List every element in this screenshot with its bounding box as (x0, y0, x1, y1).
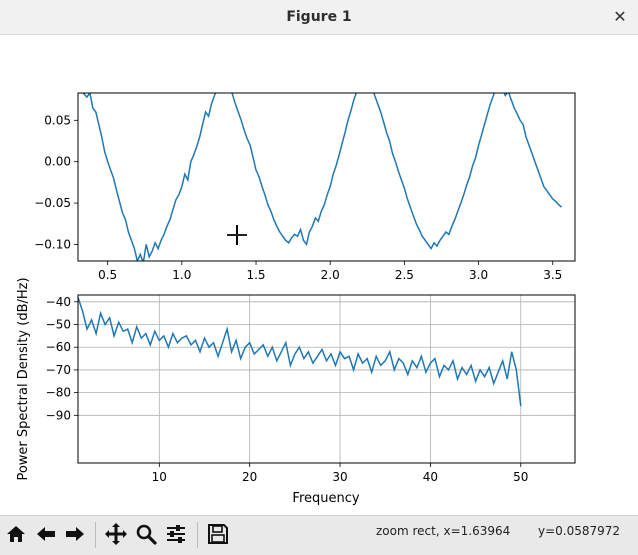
home-button[interactable] (3, 520, 29, 548)
arrow-right-icon (66, 527, 84, 541)
forward-button[interactable] (62, 520, 88, 548)
signal-line (81, 93, 563, 261)
save-button[interactable] (205, 520, 231, 548)
y-tick-label: 0.00 (44, 155, 71, 169)
y-tick-label: −0.05 (34, 196, 71, 210)
figure-svg: 0.5 1.0 1.5 2.0 2.5 3.0 3.50.050.00−0.05−0.10 … (16, 92, 576, 506)
magnifier-icon (136, 524, 157, 545)
y-tick-label: −60 (46, 340, 71, 354)
y-tick-label: −50 (46, 318, 71, 332)
move-icon (105, 523, 127, 545)
x-tick-label: 3.0 (469, 268, 488, 282)
status-coordinates-y: y=0.0587972 (538, 524, 621, 538)
x-tick-label: 1.0 (172, 268, 191, 282)
x-tick-label: 2.0 (321, 268, 340, 282)
x-tick-label: 3.5 (543, 268, 562, 282)
y-tick-label: −80 (46, 386, 71, 400)
x-tick-label: 20 (242, 470, 257, 484)
close-icon[interactable]: ✕ (608, 5, 632, 29)
x-tick-label: 30 (332, 470, 347, 484)
y-tick-label: 0.05 (44, 113, 71, 127)
arrow-left-icon (37, 527, 55, 541)
zoom-button[interactable] (133, 520, 159, 548)
bottom-xlabel: Frequency (292, 491, 359, 506)
bottom-axes-grid (78, 295, 575, 463)
back-button[interactable] (33, 520, 59, 548)
toolbar-separator (95, 522, 96, 548)
window-title: Figure 1 (286, 9, 352, 25)
pan-button[interactable] (103, 520, 129, 548)
window-titlebar: Figure 1 ✕ (0, 0, 638, 35)
x-tick-label: 1.5 (246, 268, 265, 282)
home-icon (7, 526, 25, 542)
subplots-button[interactable] (163, 520, 189, 548)
top-axes: 0.5 1.0 1.5 2.0 2.5 3.0 3.5 0.05 0.00 −0.05 −0.10 (34, 92, 576, 282)
x-tick-label: 50 (513, 470, 528, 484)
top-axes-ticks: 0.5 1.0 1.5 2.0 2.5 3.0 3.5 0.05 0.00 −0.05 −0.10 (34, 113, 562, 282)
figure-canvas[interactable]: 0.5 1.0 1.5 2.0 2.5 3.0 3.5 0.05 0.00 −0.05 −0.10 … (0, 35, 638, 515)
x-tick-label: 40 (423, 470, 438, 484)
top-axes-frame (77, 92, 576, 262)
bottom-axes-frame (77, 294, 576, 464)
y-tick-label: −90 (46, 408, 71, 422)
psd-line (78, 297, 522, 407)
y-tick-label: −0.10 (34, 237, 71, 251)
bottom-ylabel: Power Spectral Density (dB/Hz) (16, 277, 31, 480)
x-tick-label: 2.5 (395, 268, 414, 282)
toolbar-separator (197, 522, 198, 548)
x-tick-label: 10 (152, 470, 167, 484)
crosshair-cursor-icon (227, 225, 247, 245)
floppy-icon (208, 524, 228, 544)
sliders-icon (167, 525, 185, 543)
status-coordinates-x: zoom rect, x=1.63964 (376, 524, 511, 538)
navigation-toolbar: zoom rect, x=1.63964 y=0.0587972 (0, 515, 638, 555)
bottom-axes: 10 20 30 40 50 −40 −50 −60 −70 −80 −90 Frequency P… (16, 277, 576, 506)
x-tick-label: 0.5 (98, 268, 117, 282)
y-tick-label: −70 (46, 363, 71, 377)
y-tick-label: −40 (46, 295, 71, 309)
